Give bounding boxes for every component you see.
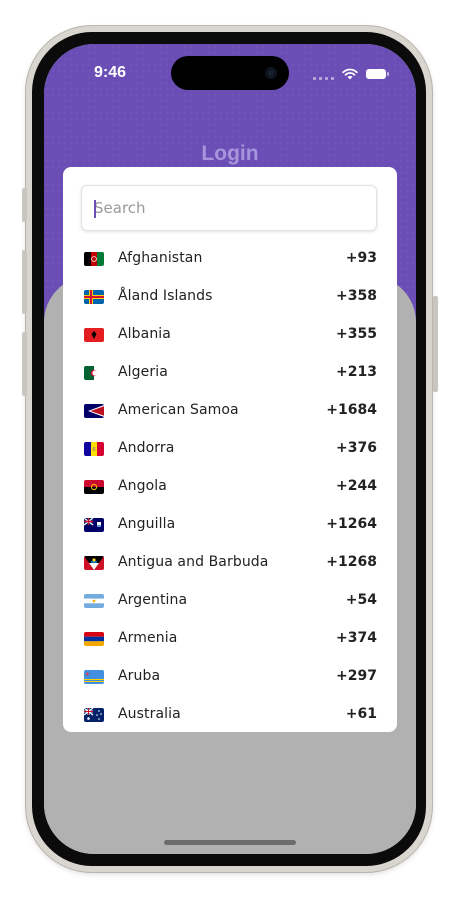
page-title: Login — [201, 142, 259, 165]
country-row[interactable]: Anguilla +1264 — [63, 506, 397, 544]
volume-up-button — [22, 250, 27, 314]
algeria-flag-icon — [84, 366, 104, 380]
albania-flag-icon — [84, 328, 104, 342]
dynamic-island — [171, 56, 289, 90]
dial-code: +54 — [345, 592, 377, 608]
country-row[interactable]: Åland Islands +358 — [63, 278, 397, 316]
dial-code: +355 — [336, 326, 377, 342]
dial-code: +358 — [336, 288, 377, 304]
country-name: Angola — [118, 478, 167, 494]
country-name: Albania — [118, 326, 171, 342]
dial-code: +244 — [336, 478, 377, 494]
antigua-barbuda-flag-icon — [84, 556, 104, 570]
aruba-flag-icon — [84, 670, 104, 684]
status-time: 9:46 — [94, 64, 127, 81]
american-samoa-flag-icon — [84, 404, 104, 418]
dial-code: +297 — [336, 668, 377, 684]
dial-code: +1684 — [326, 402, 377, 418]
country-name: Australia — [118, 706, 181, 722]
anguilla-flag-icon — [84, 518, 104, 532]
dial-code: +376 — [336, 440, 377, 456]
australia-flag-icon — [84, 708, 104, 722]
country-row[interactable]: Australia +61 — [63, 696, 397, 732]
country-name: Antigua and Barbuda — [118, 554, 269, 570]
country-row[interactable]: Algeria +213 — [63, 354, 397, 392]
home-indicator[interactable] — [164, 840, 296, 845]
dial-code: +1264 — [326, 516, 377, 532]
power-button — [433, 296, 438, 392]
search-box[interactable] — [81, 185, 377, 231]
country-name: Afghanistan — [118, 250, 203, 266]
country-row[interactable]: Afghanistan +93 — [63, 240, 397, 278]
country-name: Aruba — [118, 668, 161, 684]
country-row[interactable]: Albania +355 — [63, 316, 397, 354]
screen: 9:46 Login Afghanistan +93 Åland Islands +3… — [44, 44, 416, 854]
country-name: Argentina — [118, 592, 188, 608]
country-picker: Afghanistan +93 Åland Islands +358 Albania +3… — [63, 167, 397, 732]
dial-code: +213 — [336, 364, 377, 380]
country-row[interactable]: Argentina +54 — [63, 582, 397, 620]
country-row[interactable]: Andorra +376 — [63, 430, 397, 468]
country-name: Åland Islands — [118, 288, 213, 304]
country-row[interactable]: American Samoa +1684 — [63, 392, 397, 430]
mute-switch — [22, 188, 27, 222]
dial-code: +61 — [345, 706, 377, 722]
country-row[interactable]: Angola +244 — [63, 468, 397, 506]
volume-down-button — [22, 332, 27, 396]
battery-icon — [366, 69, 389, 79]
country-name: Anguilla — [118, 516, 176, 532]
country-name: American Samoa — [118, 402, 239, 418]
front-camera-icon — [265, 67, 277, 79]
text-cursor — [94, 200, 96, 218]
dial-code: +93 — [345, 250, 377, 266]
dial-code: +374 — [336, 630, 377, 646]
country-row[interactable]: Aruba +297 — [63, 658, 397, 696]
andorra-flag-icon — [84, 442, 104, 456]
status-icons — [313, 66, 389, 82]
angola-flag-icon — [84, 480, 104, 494]
country-name: Algeria — [118, 364, 168, 380]
armenia-flag-icon — [84, 632, 104, 646]
search-input[interactable] — [94, 186, 364, 230]
country-row[interactable]: Armenia +374 — [63, 620, 397, 658]
country-list: Afghanistan +93 Åland Islands +358 Albania +3… — [63, 240, 397, 732]
afghanistan-flag-icon — [84, 252, 104, 266]
argentina-flag-icon — [84, 594, 104, 608]
country-row[interactable]: Antigua and Barbuda +1268 — [63, 544, 397, 582]
aland-islands-flag-icon — [84, 290, 104, 304]
cellular-signal-icon — [313, 68, 334, 80]
wifi-icon — [342, 68, 358, 80]
country-name: Andorra — [118, 440, 175, 456]
dial-code: +1268 — [326, 554, 377, 570]
country-name: Armenia — [118, 630, 178, 646]
